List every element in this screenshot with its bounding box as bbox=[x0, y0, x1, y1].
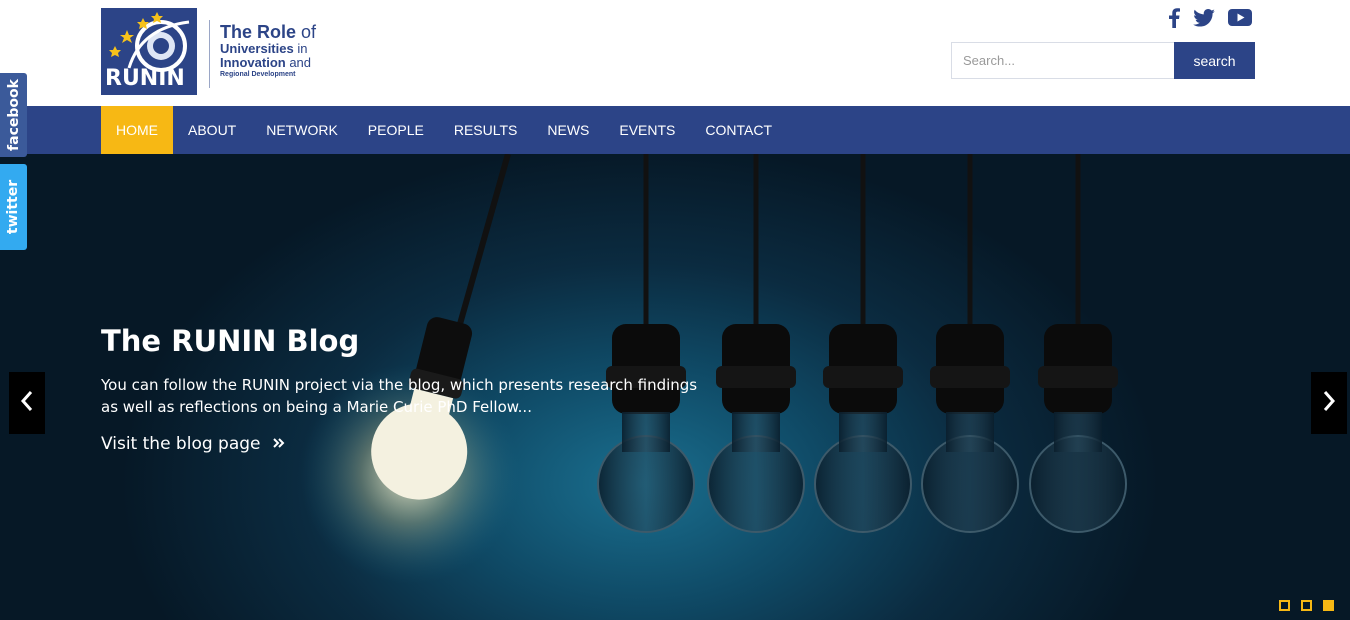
logo-line-2-rest: in bbox=[293, 40, 308, 56]
site-header: RUNIN The Role of Universities in Innova… bbox=[0, 0, 1350, 106]
slider-next-button[interactable] bbox=[1311, 372, 1347, 434]
logo-divider bbox=[209, 20, 210, 88]
hero-slider: The RUNIN Blog You can follow the RUNIN … bbox=[0, 154, 1350, 620]
search-input[interactable] bbox=[951, 42, 1174, 79]
logo-line-1-bold: The Role bbox=[220, 21, 297, 42]
main-nav-list: HOME ABOUT NETWORK PEOPLE RESULTS NEWS E… bbox=[101, 106, 787, 154]
twitter-icon[interactable] bbox=[1193, 8, 1215, 32]
chevron-left-icon bbox=[20, 390, 34, 417]
logo-mark: RUNIN bbox=[101, 8, 197, 95]
nav-item-news[interactable]: NEWS bbox=[532, 106, 604, 154]
nav-item-home[interactable]: HOME bbox=[101, 106, 173, 154]
hero-title: The RUNIN Blog bbox=[101, 324, 360, 358]
slider-dot-2[interactable] bbox=[1301, 600, 1312, 611]
logo-line-1: The Role of bbox=[220, 23, 316, 41]
logo-line-3-rest: and bbox=[285, 54, 312, 70]
nav-item-people[interactable]: PEOPLE bbox=[353, 106, 439, 154]
slider-dot-1[interactable] bbox=[1279, 600, 1290, 611]
nav-item-network[interactable]: NETWORK bbox=[251, 106, 353, 154]
slider-pagination bbox=[1279, 600, 1334, 611]
facebook-side-tab-label: facebook bbox=[5, 79, 22, 151]
twitter-side-tab[interactable]: twitter bbox=[0, 164, 27, 250]
search-button[interactable]: search bbox=[1174, 42, 1255, 79]
logo-mark-text: RUNIN bbox=[105, 66, 185, 91]
logo-line-3-bold: Innovation bbox=[220, 54, 286, 70]
logo-line-4: Regional Development bbox=[220, 70, 296, 78]
twitter-side-tab-label: twitter bbox=[5, 179, 22, 235]
nav-item-contact[interactable]: CONTACT bbox=[690, 106, 787, 154]
facebook-icon[interactable] bbox=[1168, 7, 1180, 33]
social-links bbox=[1168, 7, 1252, 33]
logo-line-2-bold: Universities bbox=[220, 40, 294, 56]
slider-prev-button[interactable] bbox=[9, 372, 45, 434]
logo-line-1-rest: of bbox=[296, 21, 317, 42]
logo-line-2: Universities in bbox=[220, 42, 316, 55]
slider-dot-3[interactable] bbox=[1323, 600, 1334, 611]
search-form: search bbox=[951, 42, 1255, 79]
logo-line-3: Innovation and bbox=[220, 56, 316, 69]
nav-item-results[interactable]: RESULTS bbox=[439, 106, 533, 154]
facebook-side-tab[interactable]: facebook bbox=[0, 73, 27, 157]
chevron-right-icon bbox=[1322, 390, 1336, 417]
visit-blog-link-label: Visit the blog page bbox=[101, 434, 261, 454]
nav-item-about[interactable]: ABOUT bbox=[173, 106, 251, 154]
visit-blog-link[interactable]: Visit the blog page bbox=[101, 434, 285, 454]
logo-wordmark: The Role of Universities in Innovation a… bbox=[220, 8, 316, 96]
site-logo[interactable]: RUNIN The Role of Universities in Innova… bbox=[101, 8, 337, 96]
nav-item-events[interactable]: EVENTS bbox=[604, 106, 690, 154]
main-nav: HOME ABOUT NETWORK PEOPLE RESULTS NEWS E… bbox=[0, 106, 1350, 154]
double-chevron-right-icon bbox=[272, 434, 285, 454]
hero-description: You can follow the RUNIN project via the… bbox=[101, 376, 698, 416]
youtube-icon[interactable] bbox=[1228, 9, 1252, 31]
